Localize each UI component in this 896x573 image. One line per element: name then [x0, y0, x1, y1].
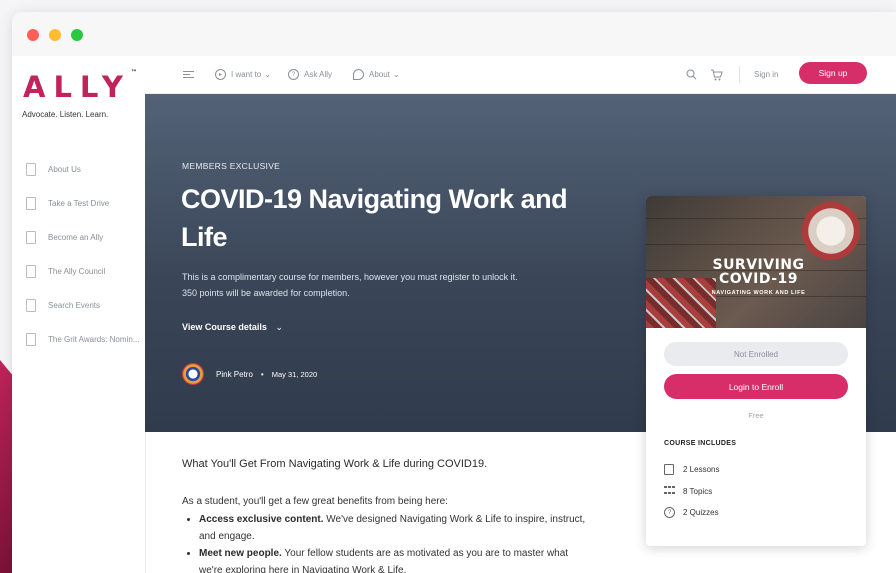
menu-icon: [183, 71, 194, 78]
search-icon: [686, 69, 697, 80]
i-want-to-dropdown[interactable]: ▸ I want to ⌄: [215, 56, 271, 93]
ask-ally-link[interactable]: ? Ask Ally: [288, 56, 332, 93]
page-icon: [26, 230, 36, 244]
sidebar-item-search-events[interactable]: Search Events: [26, 296, 100, 314]
browser-window: ALLY™ Advocate. Listen. Learn. About Us …: [12, 12, 896, 573]
course-category: MEMBERS EXCLUSIVE: [182, 161, 281, 171]
search-button[interactable]: [686, 56, 697, 93]
tagline: Advocate. Listen. Learn.: [22, 110, 109, 119]
topics-icon: [664, 486, 675, 496]
about-label: About: [369, 70, 390, 79]
thumbnail-subtitle: NAVIGATING WORK AND LIFE: [711, 290, 806, 296]
course-content: What You'll Get From Navigating Work & L…: [182, 458, 592, 573]
help-icon: ?: [288, 69, 299, 80]
thumbnail-title: SURVIVING COVID-19: [686, 258, 831, 286]
include-quizzes: ? 2 Quizzes: [664, 507, 719, 518]
cart-icon: [711, 69, 723, 80]
enroll-card: SURVIVING COVID-19 NAVIGATING WORK AND L…: [646, 196, 866, 546]
course-price: Free: [748, 411, 764, 420]
description-line: This is a complimentary course for membe…: [182, 272, 518, 282]
benefits-list: Access exclusive content. We've designed…: [182, 511, 592, 573]
maximize-window-button[interactable]: [71, 29, 83, 41]
page-icon: [26, 332, 36, 346]
i-want-to-label: I want to: [231, 70, 262, 79]
minimize-window-button[interactable]: [49, 29, 61, 41]
sidebar-item-ally-council[interactable]: The Ally Council: [26, 262, 105, 280]
sidebar-item-label: Take a Test Drive: [48, 198, 110, 208]
sidebar: ALLY™ Advocate. Listen. Learn. About Us …: [12, 56, 146, 573]
publish-date: May 31, 2020: [271, 369, 318, 379]
play-icon: ▸: [215, 69, 226, 80]
ally-logo[interactable]: ALLY™: [23, 69, 137, 104]
benefit-title: Meet new people.: [199, 548, 282, 559]
course-includes-heading: COURSE INCLUDES: [664, 440, 737, 447]
logo-text: ALLY: [23, 70, 131, 104]
sidebar-item-grit-awards[interactable]: The Grit Awards: Nomin...: [26, 330, 139, 348]
quiz-icon: ?: [664, 507, 675, 518]
mug-graphic: [802, 202, 860, 260]
divider: [739, 66, 740, 83]
sidebar-item-label: About Us: [48, 164, 81, 174]
course-description: This is a complimentary course for membe…: [182, 269, 518, 301]
list-item: Access exclusive content. We've designed…: [199, 511, 592, 545]
description-line: 350 points will be awarded for completio…: [182, 288, 350, 298]
include-lessons: 2 Lessons: [664, 464, 720, 475]
details-label: View Course details: [182, 322, 267, 332]
about-dropdown[interactable]: About ⌄: [353, 56, 400, 93]
separator: •: [260, 369, 264, 379]
course-thumbnail: SURVIVING COVID-19 NAVIGATING WORK AND L…: [646, 196, 866, 328]
author-name[interactable]: Pink Petro: [216, 370, 253, 379]
chevron-down-icon: ⌄: [392, 70, 400, 79]
top-navigation: ▸ I want to ⌄ ? Ask Ally About ⌄ Sign in…: [145, 56, 896, 94]
menu-toggle-button[interactable]: [183, 56, 194, 93]
chevron-down-icon: ⌄: [275, 322, 283, 332]
thumbnail-title-line: COVID-19: [718, 271, 799, 287]
drop-icon: [353, 69, 364, 80]
login-to-enroll-button[interactable]: Login to Enroll: [664, 374, 848, 399]
page-icon: [26, 298, 36, 312]
trademark-symbol: ™: [130, 69, 137, 77]
include-label: 8 Topics: [683, 486, 713, 496]
sign-up-button[interactable]: Sign up: [799, 62, 867, 84]
include-label: 2 Lessons: [683, 464, 720, 474]
thumbnail-title-line: SURVIVING: [712, 257, 805, 273]
page-icon: [26, 196, 36, 210]
sidebar-item-become-ally[interactable]: Become an Ally: [26, 228, 103, 246]
sidebar-item-label: The Ally Council: [48, 266, 106, 276]
sidebar-item-label: Become an Ally: [48, 232, 104, 242]
content-intro: As a student, you'll get a few great ben…: [182, 496, 448, 507]
sidebar-item-label: Search Events: [48, 300, 101, 310]
sidebar-item-label: The Grit Awards: Nomin...: [48, 334, 140, 344]
page-icon: [26, 264, 36, 278]
course-title: COVID-19 Navigating Work and Life: [181, 184, 568, 252]
sidebar-item-test-drive[interactable]: Take a Test Drive: [26, 194, 109, 212]
view-course-details-link[interactable]: View Course details ⌄: [182, 322, 283, 333]
close-window-button[interactable]: [27, 29, 39, 41]
sign-in-label: Sign in: [754, 70, 779, 79]
list-item: Meet new people. Your fellow students ar…: [199, 545, 592, 573]
content-heading: What You'll Get From Navigating Work & L…: [182, 458, 488, 470]
include-label: 2 Quizzes: [683, 507, 719, 517]
chevron-down-icon: ⌄: [264, 70, 271, 79]
benefit-title: Access exclusive content.: [199, 514, 324, 525]
enrollment-status: Not Enrolled: [664, 342, 848, 366]
ask-ally-label: Ask Ally: [304, 70, 333, 79]
book-icon: [664, 464, 674, 475]
sign-in-link[interactable]: Sign in: [754, 56, 778, 93]
author-info: Pink Petro • May 31, 2020: [182, 363, 317, 385]
include-topics: 8 Topics: [664, 486, 712, 496]
title-bar: [12, 12, 896, 56]
cart-button[interactable]: [710, 56, 723, 93]
author-avatar[interactable]: [182, 363, 204, 385]
page-icon: [26, 162, 36, 176]
sidebar-item-about-us[interactable]: About Us: [26, 160, 81, 178]
